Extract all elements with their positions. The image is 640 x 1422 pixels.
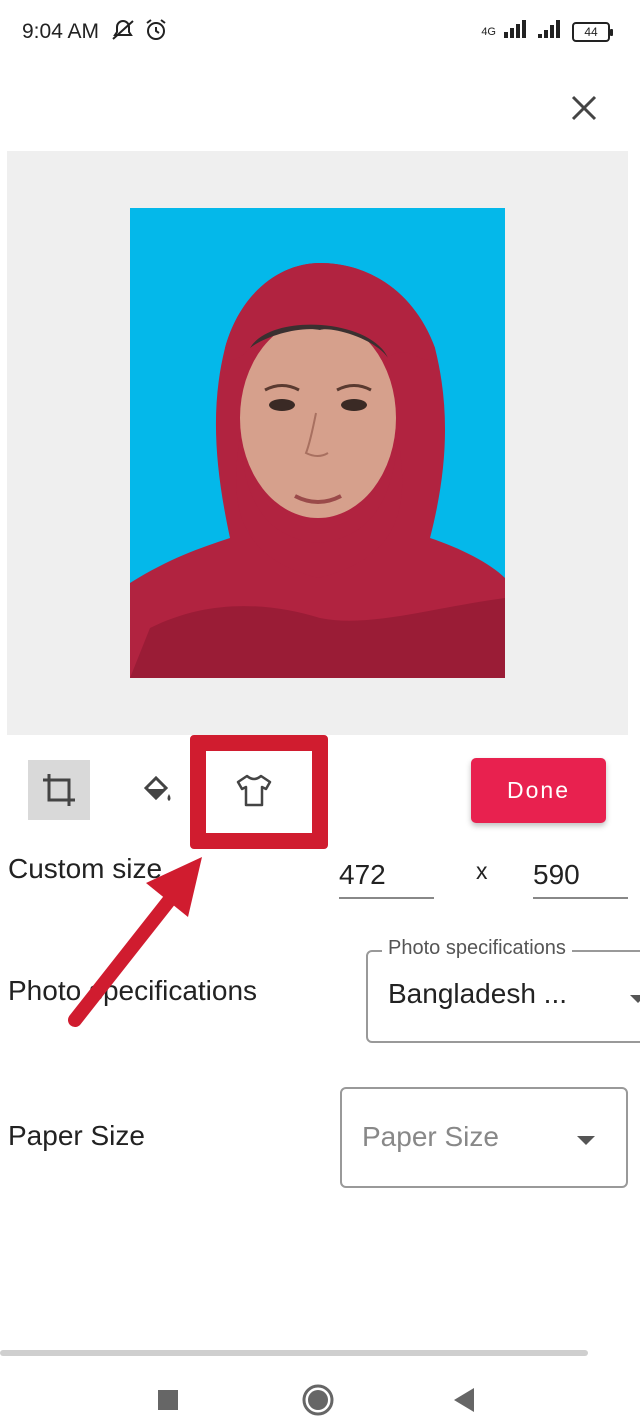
done-button[interactable]: Done xyxy=(471,758,606,823)
alarm-icon xyxy=(144,18,168,47)
status-bar: 9:04 AM 4G 44 xyxy=(0,0,640,64)
outfit-tool-button[interactable] xyxy=(228,760,280,820)
home-button[interactable] xyxy=(300,1382,336,1418)
photo-preview-area xyxy=(7,151,628,735)
scroll-indicator xyxy=(0,1350,588,1356)
status-time: 9:04 AM xyxy=(22,20,100,43)
signal-icon xyxy=(504,20,530,43)
photo-spec-value: Bangladesh ... xyxy=(388,978,568,1009)
annotation-arrow xyxy=(68,857,202,1027)
recent-apps-button[interactable] xyxy=(150,1382,186,1418)
paint-bucket-icon xyxy=(143,775,171,801)
close-button[interactable] xyxy=(566,90,602,126)
paper-size-label: Paper Size xyxy=(8,1120,145,1151)
height-input[interactable]: 590 xyxy=(533,853,628,899)
size-separator: x xyxy=(476,858,488,884)
back-triangle-icon xyxy=(454,1388,474,1412)
passport-photo xyxy=(130,208,505,678)
back-button[interactable] xyxy=(446,1382,482,1418)
paper-size-placeholder: Paper Size xyxy=(362,1121,499,1152)
width-input[interactable]: 472 xyxy=(339,853,434,899)
mute-icon xyxy=(110,18,136,47)
network-type: 4G xyxy=(481,25,496,38)
crop-tool-button[interactable] xyxy=(28,760,90,820)
edit-toolbar: Done xyxy=(0,735,640,849)
battery-icon: 44 xyxy=(572,21,613,42)
close-icon xyxy=(571,95,597,121)
photo-spec-select[interactable]: Photo specifications Bangladesh ... xyxy=(366,937,640,1043)
dropdown-arrow-icon xyxy=(577,1136,595,1145)
signal-icon-2 xyxy=(538,20,564,43)
home-circle-icon xyxy=(302,1384,334,1416)
photo-spec-legend: Photo specifications xyxy=(382,937,572,960)
background-color-tool-button[interactable] xyxy=(132,760,180,820)
dropdown-arrow-icon xyxy=(630,995,640,1003)
shirt-icon xyxy=(236,774,272,807)
crop-icon xyxy=(43,774,75,806)
square-icon xyxy=(158,1390,178,1410)
paper-size-select[interactable]: Paper Size xyxy=(340,1087,628,1188)
system-nav-bar xyxy=(0,1362,640,1422)
